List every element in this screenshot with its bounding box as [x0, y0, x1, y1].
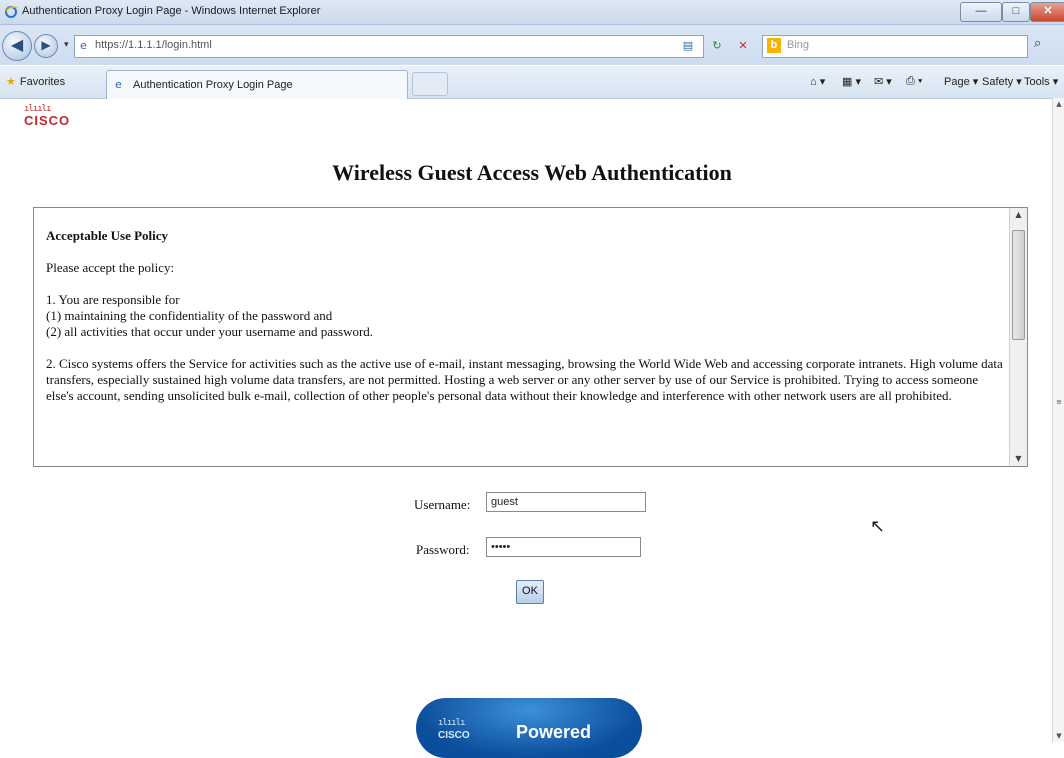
compatibility-view-icon[interactable]: ▤	[676, 36, 700, 55]
page-icon: e	[115, 78, 122, 91]
back-button[interactable]: ◀	[2, 31, 32, 61]
page-icon: e	[80, 39, 87, 52]
policy-item-2: 2. Cisco systems offers the Service for …	[46, 356, 1003, 403]
tab-label: Authentication Proxy Login Page	[133, 79, 293, 91]
forward-button[interactable]: ▶	[34, 34, 58, 58]
page-scroll-grip-icon[interactable]: ≡	[1053, 398, 1064, 406]
window-title: Authentication Proxy Login Page - Window…	[22, 5, 321, 17]
policy-item-1-a: (1) maintaining the confidentiality of t…	[46, 308, 333, 323]
policy-scrollbar[interactable]: ▲ ▼	[1009, 208, 1027, 466]
address-bar: ◀ ▶ ▾ e https://1.1.1.1/login.html ▤ ↻ ✕…	[0, 25, 1064, 65]
bing-icon: b	[767, 38, 781, 53]
new-tab-button[interactable]	[412, 72, 448, 96]
forward-arrow-icon: ▶	[41, 38, 51, 52]
feeds-icon[interactable]: ▦ ▾	[842, 75, 861, 88]
recent-pages-dropdown-icon[interactable]: ▾	[64, 40, 69, 50]
cisco-powered-badge: ılıılı CISCO Powered	[416, 698, 642, 758]
internet-explorer-icon	[5, 6, 18, 18]
password-field[interactable]: •••••	[486, 537, 641, 557]
policy-heading: Acceptable Use Policy	[46, 228, 169, 243]
page-scroll-down-icon[interactable]: ▼	[1053, 732, 1064, 740]
policy-textarea[interactable]: Acceptable Use Policy Please accept the …	[33, 207, 1028, 467]
ok-button[interactable]: OK	[516, 580, 544, 604]
cisco-wordmark: CISCO	[24, 113, 71, 128]
policy-content: Acceptable Use Policy Please accept the …	[46, 228, 1006, 404]
mail-icon[interactable]: ✉ ▾	[874, 75, 892, 88]
back-arrow-icon: ◀	[10, 35, 24, 54]
close-button[interactable]: ✕	[1030, 2, 1064, 22]
scrollbar-thumb[interactable]	[1012, 230, 1025, 340]
refresh-icon[interactable]: ↻	[706, 36, 728, 55]
minimize-button[interactable]: —	[960, 2, 1002, 22]
url-input[interactable]: e https://1.1.1.1/login.html	[74, 35, 704, 58]
tab-active[interactable]: e Authentication Proxy Login Page	[106, 70, 408, 99]
search-placeholder: Bing	[787, 39, 810, 51]
cisco-bars-icon: ılıılı	[438, 718, 465, 728]
username-field[interactable]: guest	[486, 492, 646, 512]
window-title-bar: Authentication Proxy Login Page - Window…	[0, 0, 1064, 25]
safety-menu[interactable]: Safety ▾	[982, 75, 1022, 88]
cisco-logo: ılıılı CISCO	[24, 104, 94, 134]
mouse-cursor-icon: ↖	[870, 516, 886, 537]
home-icon[interactable]: ⌂ ▾	[810, 75, 825, 88]
stop-icon[interactable]: ✕	[732, 36, 754, 55]
page-scroll-up-icon[interactable]: ▲	[1053, 100, 1064, 108]
scroll-down-icon[interactable]: ▼	[1010, 452, 1027, 466]
badge-powered-text: Powered	[516, 722, 592, 742]
page-scrollbar[interactable]: ▲ ≡ ▼	[1052, 98, 1064, 742]
favorites-label: Favorites	[19, 76, 66, 88]
policy-item-1-b: (2) all activities that occur under your…	[46, 324, 374, 339]
password-label: Password:	[416, 542, 470, 557]
page-menu[interactable]: Page ▾	[944, 75, 978, 88]
policy-item-1-title: 1. You are responsible for	[46, 292, 180, 307]
badge-cisco-wordmark: CISCO	[438, 730, 470, 741]
favorites-button[interactable]: ★ Favorites	[6, 75, 65, 88]
url-text: https://1.1.1.1/login.html	[95, 39, 212, 51]
search-input[interactable]: b Bing	[762, 35, 1028, 58]
maximize-button[interactable]: □	[1002, 2, 1030, 22]
page-title: Wireless Guest Access Web Authentication	[332, 160, 732, 185]
star-icon: ★	[6, 76, 16, 88]
policy-intro: Please accept the policy:	[46, 260, 175, 275]
favorites-bar: ★ Favorites e Authentication Proxy Login …	[0, 66, 1064, 99]
username-label: Username:	[414, 497, 471, 512]
print-icon[interactable]: ⎙ ▾	[906, 75, 922, 88]
scroll-up-icon[interactable]: ▲	[1010, 208, 1027, 222]
search-icon[interactable]: ⌕	[1034, 36, 1041, 51]
tools-menu[interactable]: Tools ▾	[1024, 75, 1058, 88]
